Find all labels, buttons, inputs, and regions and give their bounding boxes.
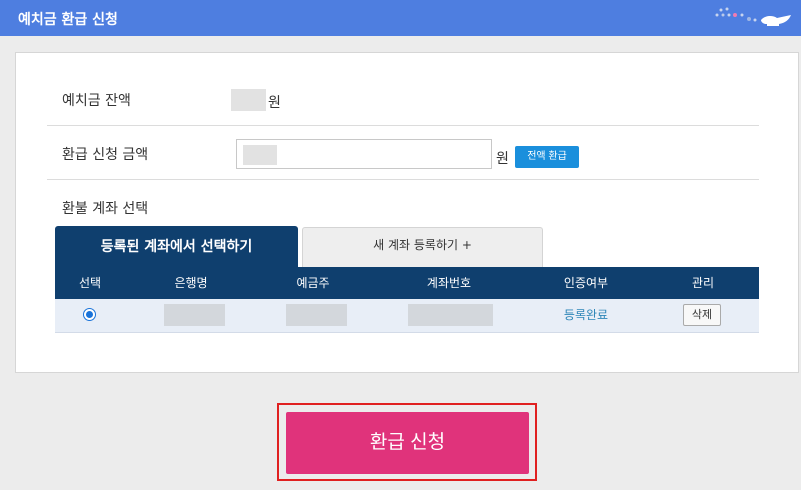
refund-amount-value-masked bbox=[243, 145, 277, 165]
divider bbox=[47, 125, 759, 126]
verification-status: 등록완료 bbox=[563, 308, 609, 322]
col-select: 선택 bbox=[78, 276, 102, 290]
account-number-masked bbox=[408, 304, 493, 326]
refund-amount-unit: 원 bbox=[496, 151, 509, 167]
refund-account-label: 환불 계좌 선택 bbox=[62, 201, 149, 217]
col-bank-name: 은행명 bbox=[174, 276, 208, 290]
account-table-header: 선택 은행명 예금주 계좌번호 인증여부 관리 bbox=[55, 267, 759, 299]
balance-value-masked bbox=[231, 89, 266, 111]
refund-amount-label: 환급 신청 금액 bbox=[62, 147, 149, 163]
col-verification: 인증여부 bbox=[563, 276, 609, 290]
refund-amount-input[interactable] bbox=[236, 139, 492, 169]
col-account-number: 계좌번호 bbox=[426, 276, 472, 290]
table-row: 등록완료 삭제 bbox=[55, 299, 759, 333]
balance-label: 예치금 잔액 bbox=[62, 93, 131, 109]
refund-submit-button[interactable]: 환급 신청 bbox=[286, 412, 529, 474]
tab-new-account[interactable]: 새 계좌 등록하기 + bbox=[302, 227, 543, 267]
page-title: 예치금 환급 신청 bbox=[18, 12, 118, 28]
col-holder: 예금주 bbox=[296, 276, 330, 290]
title-bar: 예치금 환급 신청 bbox=[0, 0, 801, 36]
holder-masked bbox=[286, 304, 347, 326]
bank-name-masked bbox=[164, 304, 225, 326]
full-refund-button[interactable]: 전액 환급 bbox=[515, 146, 579, 168]
col-manage: 관리 bbox=[691, 276, 715, 290]
divider bbox=[47, 179, 759, 180]
delete-account-button[interactable]: 삭제 bbox=[683, 304, 721, 326]
tab-registered-accounts[interactable]: 등록된 계좌에서 선택하기 bbox=[55, 226, 298, 268]
balance-unit: 원 bbox=[268, 95, 281, 111]
account-select-radio[interactable] bbox=[83, 308, 96, 321]
genie-lamp-icon bbox=[715, 7, 791, 26]
